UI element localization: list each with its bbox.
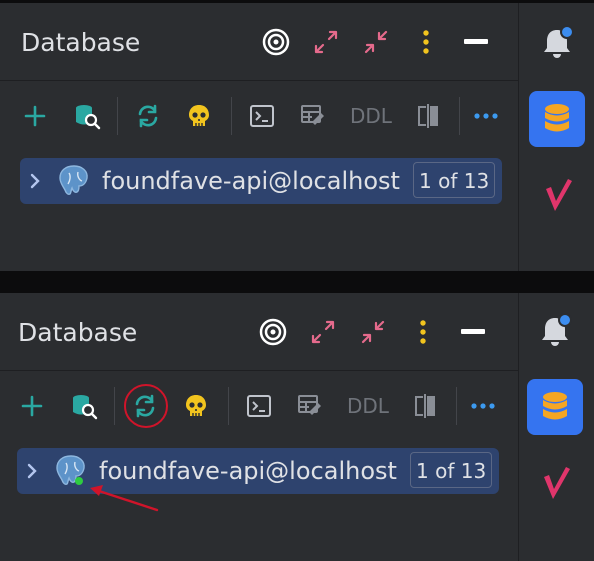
add-icon[interactable] [18, 99, 52, 133]
database-tool-window-after: Database DDL foundfave-api@localhost 1 o… [0, 293, 594, 561]
toolbar-separator [459, 97, 460, 135]
collapse-icon[interactable] [356, 315, 390, 349]
chevron-right-icon[interactable] [28, 172, 42, 190]
database-icon[interactable] [527, 379, 583, 435]
panel-title: Database [21, 28, 141, 57]
console-icon[interactable] [242, 389, 276, 423]
skull-icon[interactable] [179, 389, 213, 423]
table-edit-icon[interactable] [293, 389, 327, 423]
expand-icon[interactable] [306, 315, 340, 349]
compare-icon[interactable] [408, 389, 442, 423]
connection-label: foundfave-api@localhost [102, 167, 400, 195]
compare-icon[interactable] [411, 99, 445, 133]
postgresql-elephant-icon [53, 454, 89, 488]
toolbar-separator [456, 387, 457, 425]
minimize-icon[interactable] [459, 25, 493, 59]
schema-count-badge[interactable]: 1 of 13 [413, 162, 496, 198]
postgresql-elephant-icon [56, 164, 92, 198]
data-source-properties-icon[interactable] [67, 389, 101, 423]
tree-row-connection[interactable]: foundfave-api@localhost 1 of 13 [17, 448, 499, 494]
ddl-icon[interactable]: DDL [347, 394, 389, 418]
schema-count-badge[interactable]: 1 of 13 [410, 452, 493, 488]
database-panel-main: Database DDL foundfave-api@localhost 1 o… [0, 293, 518, 561]
toolbar-separator [228, 387, 229, 425]
notifications-icon[interactable] [533, 19, 581, 67]
minimize-icon[interactable] [456, 315, 490, 349]
toolbar-separator [117, 97, 118, 135]
data-source-properties-icon[interactable] [70, 99, 104, 133]
target-icon[interactable] [259, 25, 293, 59]
right-tool-strip [518, 293, 594, 561]
expand-icon[interactable] [309, 25, 343, 59]
ddl-icon[interactable]: DDL [350, 104, 392, 128]
header-divider [0, 80, 518, 81]
add-icon[interactable] [15, 389, 49, 423]
skull-icon[interactable] [182, 99, 216, 133]
more-horizontal-icon[interactable] [466, 389, 500, 423]
collapse-icon[interactable] [359, 25, 393, 59]
more-vertical-icon[interactable] [406, 315, 440, 349]
chevron-right-icon[interactable] [25, 462, 39, 480]
check-v-icon[interactable] [533, 459, 581, 507]
notifications-icon[interactable] [531, 307, 579, 355]
refresh-icon[interactable] [131, 99, 165, 133]
more-vertical-icon[interactable] [409, 25, 443, 59]
toolbar-separator [114, 387, 115, 425]
database-icon[interactable] [529, 91, 585, 147]
table-edit-icon[interactable] [296, 99, 330, 133]
panel-title: Database [18, 318, 138, 347]
console-icon[interactable] [245, 99, 279, 133]
database-panel-main: Database DDL foundfave-api@localhost 1 o… [0, 3, 518, 271]
database-tool-window-before: Database DDL foundfave-api@localhost 1 o… [0, 3, 594, 271]
refresh-highlight-circle [124, 384, 168, 428]
more-horizontal-icon[interactable] [469, 99, 503, 133]
tree-row-connection[interactable]: foundfave-api@localhost 1 of 13 [20, 158, 502, 204]
header-divider [0, 370, 518, 371]
check-v-icon[interactable] [535, 171, 583, 219]
connection-label: foundfave-api@localhost [99, 457, 397, 485]
connection-status-dot [75, 477, 83, 485]
toolbar-separator [231, 97, 232, 135]
right-tool-strip [518, 3, 594, 271]
target-icon[interactable] [256, 315, 290, 349]
